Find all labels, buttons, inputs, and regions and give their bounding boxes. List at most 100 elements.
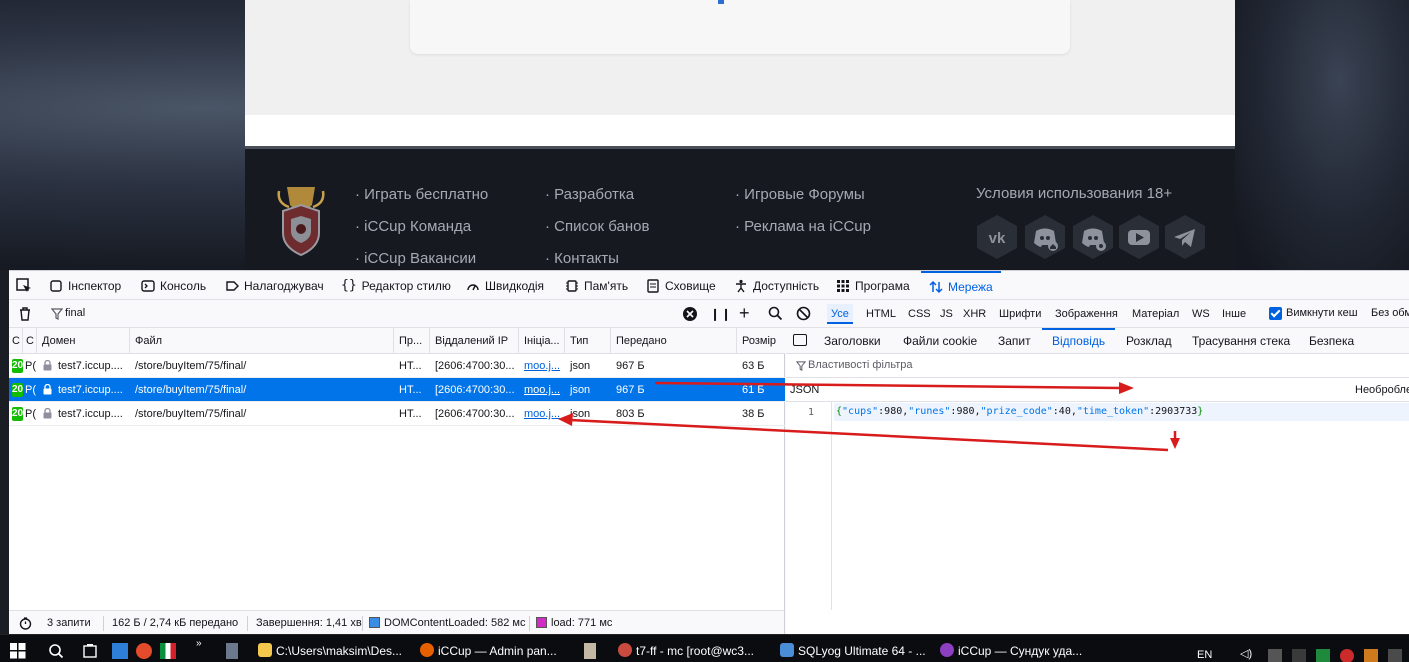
taskbar-item-firefox-chest[interactable]: iCCup — Сундук уда... xyxy=(940,641,1090,661)
overflow-chevron-icon[interactable]: » xyxy=(196,639,212,655)
tab-debugger[interactable]: Налагоджувач xyxy=(225,271,324,300)
svg-text:vk: vk xyxy=(989,230,1006,247)
tray-app-icon[interactable] xyxy=(1388,649,1402,662)
taskbar-item-label: t7-ff - mc [root@wc3... xyxy=(636,644,754,658)
youtube-icon[interactable] xyxy=(1117,213,1161,261)
col-file[interactable]: Файл xyxy=(130,328,394,354)
tab-timings[interactable]: Розклад xyxy=(1126,328,1172,354)
task-view-icon[interactable] xyxy=(82,643,98,659)
table-row-selected[interactable]: 200 P( test7.iccup.... /store/buyItem/75… xyxy=(9,378,785,402)
taskbar-item-sqlyog[interactable]: SQLyog Ultimate 64 - ... xyxy=(780,641,930,661)
url-filter-input[interactable]: final xyxy=(65,307,85,319)
type-filter-images[interactable]: Зображення xyxy=(1051,304,1122,324)
language-indicator[interactable]: EN xyxy=(1197,649,1212,661)
col-initiator[interactable]: Ініціа... xyxy=(519,328,565,354)
pause-icon[interactable]: ❙❙ xyxy=(710,307,732,321)
element-picker-icon[interactable] xyxy=(15,277,33,295)
table-row[interactable]: 200 P( test7.iccup.... /store/buyItem/75… xyxy=(9,402,785,426)
type-filter-css[interactable]: CSS xyxy=(904,304,935,324)
taskbar-item-firefox-admin[interactable]: iCCup — Admin pan... xyxy=(420,641,570,661)
application-icon xyxy=(837,279,849,292)
col-method[interactable]: С xyxy=(23,328,37,354)
type-filter-fonts[interactable]: Шрифти xyxy=(995,304,1045,324)
tray-app-icon[interactable] xyxy=(1340,649,1354,662)
initiator-link[interactable]: moo.j... xyxy=(519,378,563,402)
initiator-link[interactable]: moo.j... xyxy=(519,354,563,378)
footer-link-forums[interactable]: · Игровые Форумы xyxy=(735,185,871,217)
tray-app-icon[interactable] xyxy=(1316,649,1330,662)
response-json-line[interactable]: {"cups":980,"runes":980,"prize_code":40,… xyxy=(834,403,1409,421)
tab-stack-trace[interactable]: Трасування стека xyxy=(1192,328,1290,354)
clear-filter-icon[interactable] xyxy=(682,306,698,322)
app-icon[interactable] xyxy=(136,643,152,659)
tab-storage[interactable]: Сховище xyxy=(646,271,716,300)
type-filter-other[interactable]: Інше xyxy=(1218,304,1250,324)
type-filter-ws[interactable]: WS xyxy=(1188,304,1214,324)
site-footer: · Играть бесплатно · iCCup Команда · iCC… xyxy=(245,146,1235,270)
windows-start-icon[interactable] xyxy=(10,643,26,659)
app-icon[interactable] xyxy=(112,643,128,659)
toggle-sidebar-icon[interactable] xyxy=(793,334,807,346)
tab-console[interactable]: Консоль xyxy=(141,271,206,300)
property-filter[interactable]: Властивості фільтра xyxy=(786,354,1409,378)
col-transferred[interactable]: Передано xyxy=(611,328,737,354)
tray-app-icon[interactable] xyxy=(1268,649,1282,662)
search-icon[interactable] xyxy=(768,306,783,321)
tab-accessibility[interactable]: Доступність xyxy=(734,271,819,300)
raw-toggle[interactable]: Необроблені xyxy=(1355,384,1409,396)
tab-headers[interactable]: Заголовки xyxy=(824,328,881,354)
type-filter-html[interactable]: HTML xyxy=(862,304,900,324)
type-filter-media[interactable]: Матеріал xyxy=(1128,304,1183,324)
footer-link-play-free[interactable]: · Играть бесплатно xyxy=(355,185,488,217)
app-icon[interactable] xyxy=(584,643,596,659)
tab-accessibility-label: Доступність xyxy=(753,278,820,293)
divider xyxy=(362,616,363,631)
type-filter-all[interactable]: Усе xyxy=(827,304,853,324)
tab-style-editor[interactable]: {} Редактор стилю xyxy=(341,271,451,300)
tab-security[interactable]: Безпека xyxy=(1309,328,1354,354)
tab-performance[interactable]: Швидкодія xyxy=(466,271,544,300)
taskbar-item-explorer[interactable]: C:\Users\maksim\Des... xyxy=(258,641,408,661)
response-body: 1 {"cups":980,"runes":980,"prize_code":4… xyxy=(786,402,1409,610)
table-row[interactable]: 200 P( test7.iccup.... /store/buyItem/75… xyxy=(9,354,785,378)
col-status[interactable]: С xyxy=(9,328,23,354)
add-icon[interactable]: + xyxy=(739,303,750,324)
footer-link-development[interactable]: · Разработка xyxy=(545,185,649,217)
tray-app-icon[interactable] xyxy=(1364,649,1378,662)
tab-application[interactable]: Програма xyxy=(836,271,910,300)
protocol-cell: HT... xyxy=(399,360,422,372)
taskbar-item-terminal[interactable]: t7-ff - mc [root@wc3... xyxy=(618,641,783,661)
volume-icon[interactable]: ◁) xyxy=(1240,647,1254,661)
col-protocol[interactable]: Пр... xyxy=(394,328,430,354)
type-filter-xhr[interactable]: XHR xyxy=(959,304,990,324)
footer-link-terms[interactable]: Условия использования 18+ xyxy=(976,185,1172,202)
disable-cache-checkbox[interactable] xyxy=(1269,307,1282,320)
clear-requests-trash-icon[interactable] xyxy=(17,306,33,322)
telegram-icon[interactable] xyxy=(1163,213,1207,261)
tab-memory[interactable]: Пам'ять xyxy=(565,271,628,300)
tab-network[interactable]: Мережа xyxy=(921,271,1001,300)
footer-link-team[interactable]: · iCCup Команда xyxy=(355,217,488,249)
tab-inspector[interactable]: Інспектор xyxy=(49,271,121,300)
footer-link-ban-list[interactable]: · Список банов xyxy=(545,217,649,249)
col-type[interactable]: Тип xyxy=(565,328,611,354)
discord-icon[interactable] xyxy=(1023,213,1067,261)
col-size[interactable]: Розмір xyxy=(737,328,785,354)
app-icon[interactable] xyxy=(160,643,176,659)
tray-app-icon[interactable] xyxy=(1292,649,1306,662)
tab-cookies[interactable]: Файли cookie xyxy=(903,328,977,354)
throttling-select[interactable]: Без обм xyxy=(1371,307,1409,319)
block-icon[interactable] xyxy=(796,306,811,321)
initiator-link[interactable]: moo.j... xyxy=(519,402,563,426)
type-filter-js[interactable]: JS xyxy=(936,304,957,324)
tab-request[interactable]: Запит xyxy=(998,328,1031,354)
search-icon[interactable] xyxy=(48,643,64,659)
discord-settings-icon[interactable] xyxy=(1071,213,1115,261)
vk-icon[interactable]: vk xyxy=(975,213,1019,261)
col-domain[interactable]: Домен xyxy=(37,328,130,354)
tab-performance-label: Швидкодія xyxy=(485,278,545,293)
tab-response[interactable]: Відповідь xyxy=(1042,328,1116,354)
footer-link-advertising[interactable]: · Реклама на iCCup xyxy=(735,217,871,249)
app-icon[interactable] xyxy=(226,643,238,659)
col-remote-ip[interactable]: Віддалений IP xyxy=(430,328,519,354)
